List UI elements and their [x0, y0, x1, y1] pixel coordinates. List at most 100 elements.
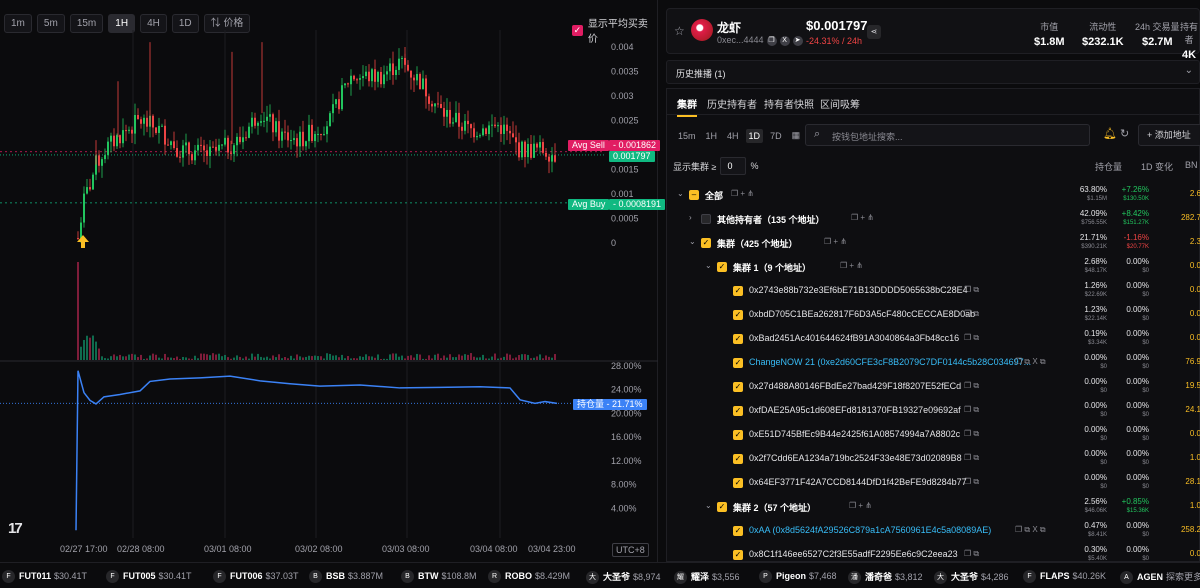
checkbox-icon[interactable]: ✓ — [733, 430, 743, 440]
ticker-name: 大圣爷 — [951, 572, 979, 582]
ticker-item[interactable]: R ROBO $8.429M — [488, 570, 570, 583]
chevron-down-icon[interactable]: ⌄ — [705, 261, 712, 270]
refresh-icon[interactable]: ↻ — [1120, 127, 1129, 140]
checkbox-icon[interactable]: ✓ — [733, 406, 743, 416]
row-actions[interactable]: ❐ ⧉ — [964, 477, 979, 487]
ticker-item[interactable]: F FUT005 $30.41T — [106, 570, 192, 583]
wallet-row[interactable]: ✓ ChangeNOW 21 (0xe2d60CFE3cF8B2079C7DF01… — [667, 352, 1200, 376]
checkbox-icon[interactable]: – — [689, 190, 699, 200]
column-holding[interactable]: 持仓量 — [1095, 160, 1122, 173]
row-actions[interactable]: ❐ ⧉ — [964, 405, 979, 415]
checkbox-icon[interactable]: ✓ — [733, 382, 743, 392]
checkbox-icon[interactable] — [701, 214, 711, 224]
wallet-row[interactable]: ✓ 0x2f7Cdd6EA1234a719bc2524F33e48E73d0208… — [667, 448, 1200, 472]
holding-chart[interactable]: 28.00%24.00%20.00%16.00%12.00%8.00%4.00%… — [0, 362, 658, 562]
panel-timeframe-15m[interactable]: 15m — [675, 129, 699, 143]
checkbox-icon[interactable]: ✓ — [717, 262, 727, 272]
panel-timeframe-4h[interactable]: 4H — [724, 129, 742, 143]
tab-history-holders[interactable]: 历史持有者 — [707, 96, 757, 111]
row-actions[interactable]: ❐ + ⋔ — [851, 213, 874, 222]
row-actions[interactable]: ❐ ⧉ — [964, 429, 979, 439]
ticker-item[interactable]: B BSB $3.887M — [309, 570, 383, 583]
wallet-row[interactable]: ✓ 0xE51D745BfEc9B44e2425f61A08574994a7A88… — [667, 424, 1200, 448]
chevron-down-icon[interactable]: ⌄ — [689, 237, 696, 246]
ticker-item[interactable]: 大大圣爷 $8,974 — [586, 570, 661, 585]
cluster-row[interactable]: ⌄ ✓ 集群 1（9 个地址） ❐ + ⋔ 2.68% $48.17K 0.00% $0 0.0 — [667, 256, 1200, 280]
chart-pane[interactable]: 1m 5m 15m 1H 4H 1D ⇅ 价格 ✓ 显示平均买卖价 0.004 0… — [0, 0, 666, 562]
panel-timeframe-7d[interactable]: 7D — [767, 129, 785, 143]
row-actions[interactable]: ❐ ⧉ — [964, 309, 979, 319]
ticker-item[interactable]: F FUT006 $37.03T — [213, 570, 299, 583]
token-address[interactable]: 0xec...4444 ❐ X ➤ — [717, 35, 803, 46]
wallet-search[interactable]: ⌕ 按钱包地址搜索... — [805, 124, 1090, 146]
add-address-button[interactable]: + 添加地址 — [1138, 124, 1200, 146]
bell-icon[interactable]: 🔔︎ — [1103, 127, 1117, 140]
row-actions[interactable]: ❐ ⧉ — [964, 453, 979, 463]
wallet-row[interactable]: ✓ 0xAA (0x8d5624fA29526C879a1cA7560961E4c… — [667, 520, 1200, 544]
checkbox-icon[interactable]: ✓ — [717, 502, 727, 512]
checkbox-icon[interactable]: ✓ — [733, 310, 743, 320]
wallet-row[interactable]: ✓ 0x2743e88b732e3Ef6bE71B13DDDD5065638bC2… — [667, 280, 1200, 304]
row-actions[interactable]: ❐ ⧉ X ⧉ — [1015, 357, 1046, 367]
chevron-down-icon[interactable]: ⌄ — [677, 189, 684, 198]
row-actions[interactable]: ❐ ⧉ — [964, 549, 979, 559]
ticker-item[interactable]: 耀耀泽 $3,556 — [674, 570, 740, 585]
row-actions[interactable]: ❐ + ⋔ — [849, 501, 872, 510]
wallet-row[interactable]: ✓ 0x27d488A80146FBdEe27bad429F18f8207E52f… — [667, 376, 1200, 400]
cluster-row[interactable]: ⌄ ✓ 集群 2（57 个地址） ❐ + ⋔ 2.56% $46.06K +0.85% $15… — [667, 496, 1200, 520]
history-push-bar[interactable]: 历史推播 (1) ⌄ — [666, 60, 1200, 84]
volume-bar — [254, 356, 256, 360]
checkbox-icon[interactable]: ✓ — [733, 526, 743, 536]
checkbox-icon[interactable]: ✓ — [733, 550, 743, 560]
ticker-item[interactable]: F FUT011 $30.41T — [2, 570, 87, 583]
ticker-item[interactable]: A AGEN 探索更多 — [1120, 570, 1200, 585]
price-chart[interactable]: 0.0040.00350.0030.00250.0020.00150.0010.… — [0, 0, 658, 362]
calendar-icon[interactable]: ▦ — [789, 128, 804, 143]
row-actions[interactable]: ❐ + ⋔ — [824, 237, 847, 246]
checkbox-icon[interactable]: ✓ — [701, 238, 711, 248]
checkbox-icon[interactable]: ✓ — [733, 358, 743, 368]
cluster-row[interactable]: › 其他持有者（135 个地址） ❐ + ⋔ 42.09% $756.55K +8.42%… — [667, 208, 1200, 232]
price-axis-label: 0.0005 — [611, 214, 639, 224]
wallet-row[interactable]: ✓ 0x64EF3771F42A7CCD8144DfD1f42BeFE9d8284… — [667, 472, 1200, 496]
timezone-label[interactable]: UTC+8 — [612, 543, 649, 557]
cluster-row[interactable]: ⌄ – 全部 ❐ + ⋔ 63.80% $1.15M +7.26% $130.50K 2.6 — [667, 184, 1200, 208]
x-icon[interactable]: X — [779, 35, 790, 46]
ticker-item[interactable]: P Pigeon $7,468 — [759, 570, 837, 583]
ticker-item[interactable]: 潘潘奇爸 $3,812 — [848, 570, 923, 585]
row-actions[interactable]: ❐ + ⋔ — [731, 189, 754, 198]
volume-bar — [188, 358, 190, 360]
ticker-item[interactable]: B BTW $108.8M — [401, 570, 477, 583]
checkbox-icon[interactable]: ✓ — [733, 286, 743, 296]
share-button[interactable]: ⋖ — [867, 25, 881, 39]
row-actions[interactable]: ❐ + ⋔ — [840, 261, 863, 270]
tab-range-accumulation[interactable]: 区间吸筹 — [820, 96, 860, 111]
column-1d-change[interactable]: 1D 变化 — [1141, 160, 1173, 173]
wallet-row[interactable]: ✓ 0xfDAE25A95c1d608EFd8181370FB19327e0969… — [667, 400, 1200, 424]
telegram-icon[interactable]: ➤ — [792, 35, 803, 46]
column-bn[interactable]: BN — [1185, 160, 1198, 170]
checkbox-icon[interactable]: ✓ — [733, 478, 743, 488]
panel-timeframe-1d[interactable]: 1D — [745, 128, 764, 143]
row-actions[interactable]: ❐ ⧉ X ⧉ — [1015, 525, 1046, 535]
chevron-right-icon[interactable]: › — [689, 213, 692, 222]
wallet-row[interactable]: ✓ 0xbdD705C1BEa262817F6D3A5cF480cCECCAE8D… — [667, 304, 1200, 328]
ticker-item[interactable]: 大大圣爷 $4,286 — [934, 570, 1009, 585]
checkbox-icon[interactable]: ✓ — [733, 454, 743, 464]
tab-holder-snapshot[interactable]: 持有者快照 — [764, 96, 814, 111]
star-icon[interactable]: ☆ — [674, 24, 685, 38]
ticker-item[interactable]: F FLAPS $40.26K — [1023, 570, 1106, 583]
wallet-row[interactable]: ✓ 0xBad2451Ac401644624fB91A3040864a3Fb48c… — [667, 328, 1200, 352]
search-input[interactable]: 按钱包地址搜索... — [832, 130, 903, 143]
copy-icon[interactable]: ❐ — [766, 35, 777, 46]
filter-input[interactable]: 0 — [720, 157, 747, 175]
cluster-row[interactable]: ⌄ ✓ 集群（425 个地址） ❐ + ⋔ 21.71% $390.21K -1.16% $2… — [667, 232, 1200, 256]
holding-axis-label: 24.00% — [611, 385, 642, 395]
row-actions[interactable]: ❐ ⧉ — [964, 333, 979, 343]
row-actions[interactable]: ❐ ⧉ — [964, 381, 979, 391]
checkbox-icon[interactable]: ✓ — [733, 334, 743, 344]
tab-cluster[interactable]: 集群 — [677, 96, 697, 117]
panel-timeframe-1h[interactable]: 1H — [703, 129, 721, 143]
chevron-down-icon[interactable]: ⌄ — [705, 501, 712, 510]
row-actions[interactable]: ❐ ⧉ — [964, 285, 979, 295]
